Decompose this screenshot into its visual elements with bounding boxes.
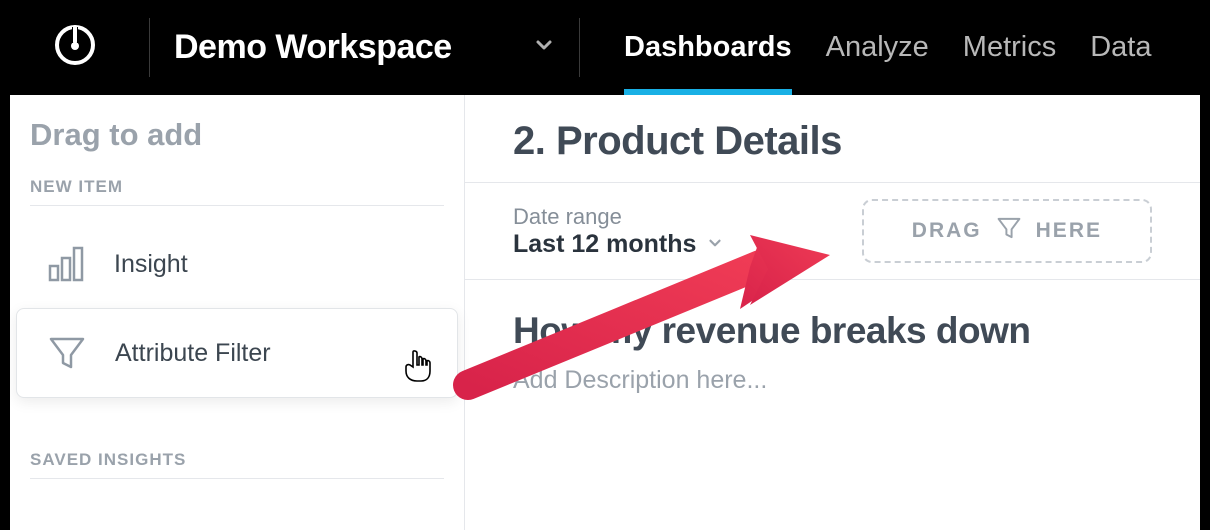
nav-dashboards[interactable]: Dashboards bbox=[624, 0, 792, 95]
sidebar-item-label: Attribute Filter bbox=[115, 339, 271, 368]
nav-metrics[interactable]: Metrics bbox=[963, 0, 1056, 95]
logo-cell bbox=[0, 0, 150, 95]
pointer-cursor-icon bbox=[403, 349, 433, 390]
widget-description-placeholder[interactable]: Add Description here... bbox=[513, 366, 1152, 395]
sidebar-heading-new-item: NEW ITEM bbox=[30, 177, 444, 206]
bar-chart-icon bbox=[44, 242, 88, 286]
funnel-icon bbox=[996, 215, 1022, 247]
funnel-icon bbox=[45, 331, 89, 375]
filter-row: Date range Last 12 months DRAG HERE bbox=[465, 182, 1200, 280]
widget-title: How my revenue breaks down bbox=[513, 310, 1152, 352]
date-range-value: Last 12 months bbox=[513, 230, 724, 259]
sidebar-item-label: Insight bbox=[114, 250, 188, 279]
drop-zone-text-right: HERE bbox=[1036, 219, 1102, 243]
top-header: Demo Workspace Dashboards Analyze Metric… bbox=[0, 0, 1210, 95]
workspace-selector[interactable]: Demo Workspace bbox=[150, 0, 580, 95]
date-range-control[interactable]: Date range Last 12 months bbox=[513, 204, 724, 259]
filter-drop-zone[interactable]: DRAG HERE bbox=[862, 199, 1152, 263]
nav-analyze[interactable]: Analyze bbox=[826, 0, 929, 95]
drop-zone-text-left: DRAG bbox=[912, 219, 982, 243]
page-title: 2. Product Details bbox=[465, 119, 1200, 182]
sidebar: Drag to add NEW ITEM Insight bbox=[10, 95, 465, 530]
workspace-name: Demo Workspace bbox=[174, 28, 452, 67]
sidebar-item-attribute-filter[interactable]: Attribute Filter bbox=[16, 308, 458, 398]
nav-data[interactable]: Data bbox=[1090, 0, 1151, 95]
chevron-down-icon bbox=[706, 230, 724, 259]
date-range-label: Date range bbox=[513, 204, 724, 230]
sidebar-items: Insight Attribute Filter bbox=[10, 220, 464, 398]
main-panel: 2. Product Details Date range Last 12 mo… bbox=[465, 95, 1200, 530]
sidebar-item-insight[interactable]: Insight bbox=[10, 220, 464, 308]
chevron-down-icon bbox=[532, 33, 556, 62]
sidebar-heading-saved-insights: SAVED INSIGHTS bbox=[30, 450, 444, 479]
widget: How my revenue breaks down Add Descripti… bbox=[465, 280, 1200, 395]
main-nav: Dashboards Analyze Metrics Data bbox=[580, 0, 1196, 95]
sidebar-title: Drag to add bbox=[30, 117, 444, 153]
app-logo-icon bbox=[51, 21, 99, 74]
body: Drag to add NEW ITEM Insight bbox=[10, 95, 1200, 530]
